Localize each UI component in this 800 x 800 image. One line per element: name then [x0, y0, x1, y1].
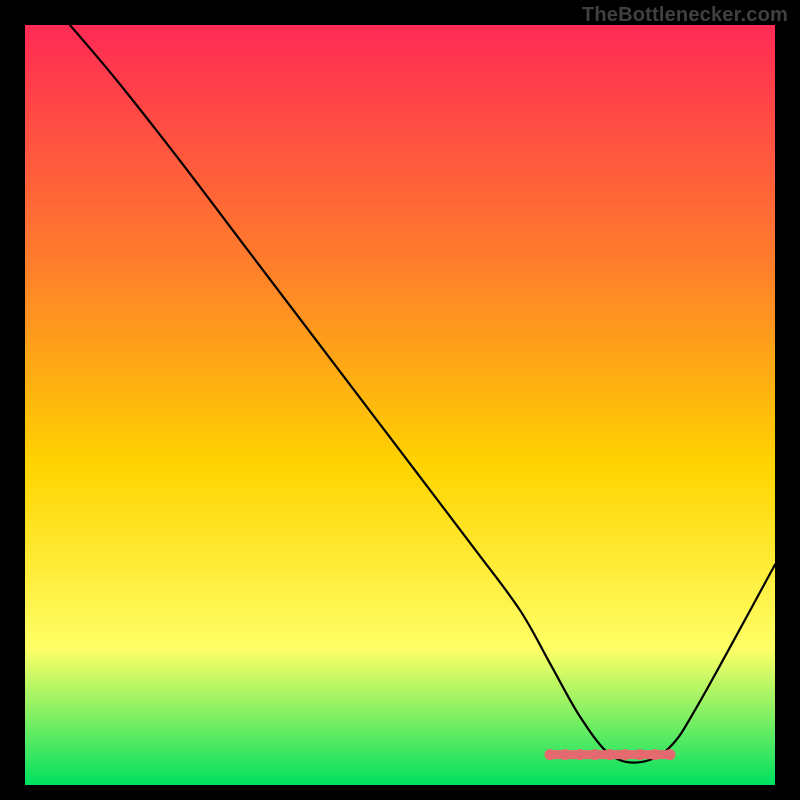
optimal-zone-dot — [545, 749, 556, 760]
optimal-zone-dots — [545, 749, 676, 760]
optimal-zone-dot — [620, 749, 631, 760]
optimal-zone-dot — [560, 749, 571, 760]
optimal-zone-dot — [575, 749, 586, 760]
optimal-zone-dot — [605, 749, 616, 760]
optimal-zone-dot — [650, 749, 661, 760]
optimal-zone-dot — [590, 749, 601, 760]
bottleneck-chart — [0, 0, 800, 800]
optimal-zone-dot — [665, 749, 676, 760]
watermark-text: TheBottlenecker.com — [582, 4, 788, 27]
optimal-zone-dot — [635, 749, 646, 760]
chart-stage: TheBottlenecker.com — [0, 0, 800, 800]
plot-background — [25, 25, 775, 785]
